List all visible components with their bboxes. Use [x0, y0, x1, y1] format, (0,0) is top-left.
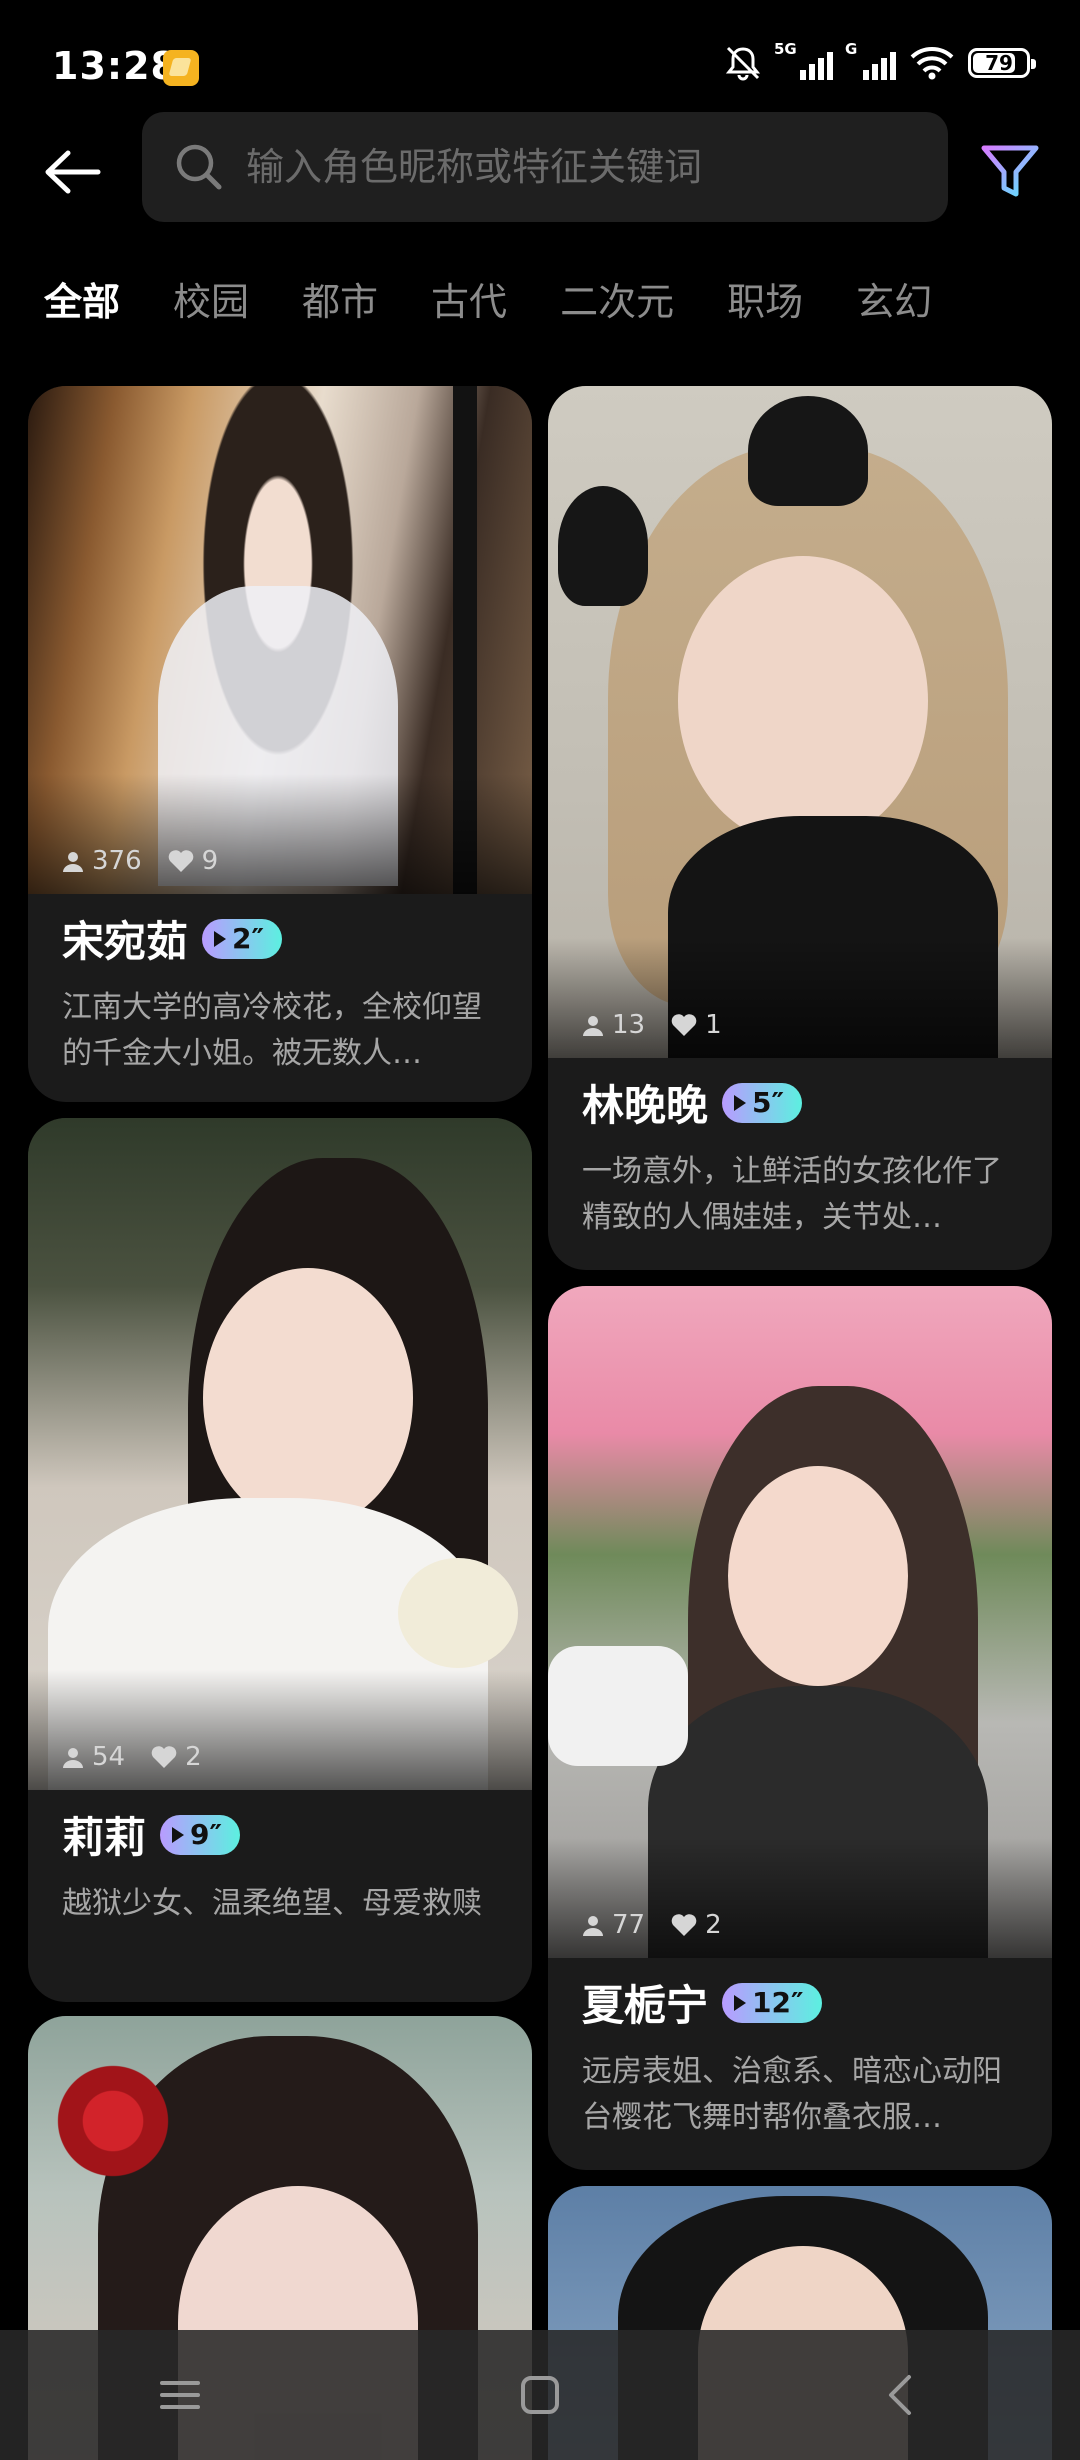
character-name: 夏栀宁 [582, 1981, 709, 2030]
mute-icon [725, 46, 761, 81]
user-icon [63, 852, 83, 872]
tab-fantasy[interactable]: 玄幻 [856, 271, 932, 326]
chevron-left-icon [889, 2375, 911, 2415]
search-bar[interactable] [142, 112, 948, 222]
heart-icon [168, 850, 193, 872]
character-card[interactable]: 376 9 宋宛茹 2″ 江南大学的高冷校花，全校仰望的千金大小姐。被无数人… [28, 386, 532, 1102]
duration-label: 12″ [752, 1986, 804, 2019]
card-stats: 54 2 [62, 1742, 202, 1772]
character-card[interactable]: 54 2 莉莉 9″ 越狱少女、温柔绝望、母爱救赎 [28, 1118, 532, 2002]
user-icon [583, 1016, 603, 1036]
character-photo: 77 2 [548, 1286, 1052, 1958]
voice-duration-badge[interactable]: 12″ [722, 1982, 822, 2023]
like-count: 9 [201, 846, 219, 876]
menu-button[interactable] [140, 2355, 220, 2435]
tab-urban[interactable]: 都市 [302, 271, 378, 326]
home-button[interactable] [500, 2355, 580, 2435]
category-tabs: 全部 校园 都市 古代 二次元 职场 玄幻 [44, 268, 932, 328]
play-icon [214, 930, 227, 947]
heart-icon [151, 1746, 177, 1768]
nav-back-button[interactable] [860, 2355, 940, 2435]
character-photo: 376 9 [28, 386, 532, 894]
play-icon [172, 1826, 185, 1843]
character-description: 远房表姐、治愈系、暗恋心动阳台樱花飞舞时帮你叠衣服… [582, 2054, 1002, 2135]
network-5g-label: 5G [774, 40, 797, 58]
clock: 13:28 [52, 44, 178, 88]
character-card[interactable]: 13 1 林晚晚 5″ 一场意外，让鲜活的女孩化作了精致的人偶娃娃，关节处… [548, 386, 1052, 1270]
character-photo: 54 2 [28, 1118, 532, 1790]
back-button[interactable] [32, 132, 112, 212]
user-count: 54 [92, 1742, 126, 1772]
tab-workplace[interactable]: 职场 [727, 271, 803, 326]
user-count: 376 [92, 846, 142, 876]
character-description: 江南大学的高冷校花，全校仰望的千金大小姐。被无数人… [62, 990, 482, 1071]
battery-level: 79 [985, 51, 1013, 75]
wifi-icon [910, 47, 954, 80]
tab-ancient[interactable]: 古代 [431, 271, 507, 326]
voice-duration-badge[interactable]: 9″ [160, 1814, 241, 1855]
notification-app-icon [163, 50, 199, 86]
duration-label: 9″ [190, 1818, 223, 1851]
search-icon [176, 144, 222, 190]
character-name: 林晚晚 [582, 1081, 709, 1130]
system-navigation-bar [0, 2330, 1080, 2460]
character-description: 一场意外，让鲜活的女孩化作了精致的人偶娃娃，关节处… [582, 1154, 1002, 1235]
battery-icon: 79 [968, 48, 1036, 78]
card-stats: 13 1 [582, 1010, 722, 1040]
duration-label: 5″ [752, 1086, 785, 1119]
back-arrow-icon [45, 150, 101, 194]
character-name: 宋宛茹 [62, 917, 189, 966]
user-icon [63, 1748, 83, 1768]
card-stats: 77 2 [582, 1910, 722, 1940]
character-name: 莉莉 [62, 1813, 147, 1862]
tab-all[interactable]: 全部 [44, 271, 120, 326]
status-icons: 5G G 79 [724, 40, 1036, 82]
like-count: 2 [705, 1910, 722, 1940]
filter-icon[interactable] [974, 134, 1046, 206]
play-icon [734, 1994, 747, 2011]
tab-anime[interactable]: 二次元 [560, 271, 674, 326]
network-g-label: G [845, 40, 858, 58]
like-count: 2 [185, 1742, 202, 1772]
signal-5g-icon: 5G [774, 40, 833, 80]
voice-duration-badge[interactable]: 5″ [722, 1082, 803, 1123]
signal-g-icon: G [845, 40, 896, 80]
search-input[interactable] [244, 144, 928, 190]
user-icon [583, 1916, 603, 1936]
character-photo: 13 1 [548, 386, 1052, 1058]
card-stats: 376 9 [62, 846, 218, 876]
user-count: 13 [612, 1010, 646, 1040]
like-count: 1 [705, 1010, 722, 1040]
play-icon [734, 1094, 747, 1111]
user-count: 77 [612, 1910, 646, 1940]
home-square-icon [521, 2376, 559, 2414]
voice-duration-badge[interactable]: 2″ [202, 918, 283, 959]
heart-icon [671, 1014, 697, 1036]
character-description: 越狱少女、温柔绝望、母爱救赎 [62, 1886, 482, 1921]
tab-campus[interactable]: 校园 [173, 271, 249, 326]
character-card[interactable]: 77 2 夏栀宁 12″ 远房表姐、治愈系、暗恋心动阳台樱花飞舞时帮你叠衣服… [548, 1286, 1052, 2170]
menu-icon [160, 2381, 200, 2409]
heart-icon [671, 1914, 697, 1936]
duration-label: 2″ [232, 922, 265, 955]
top-bar [0, 110, 1080, 230]
